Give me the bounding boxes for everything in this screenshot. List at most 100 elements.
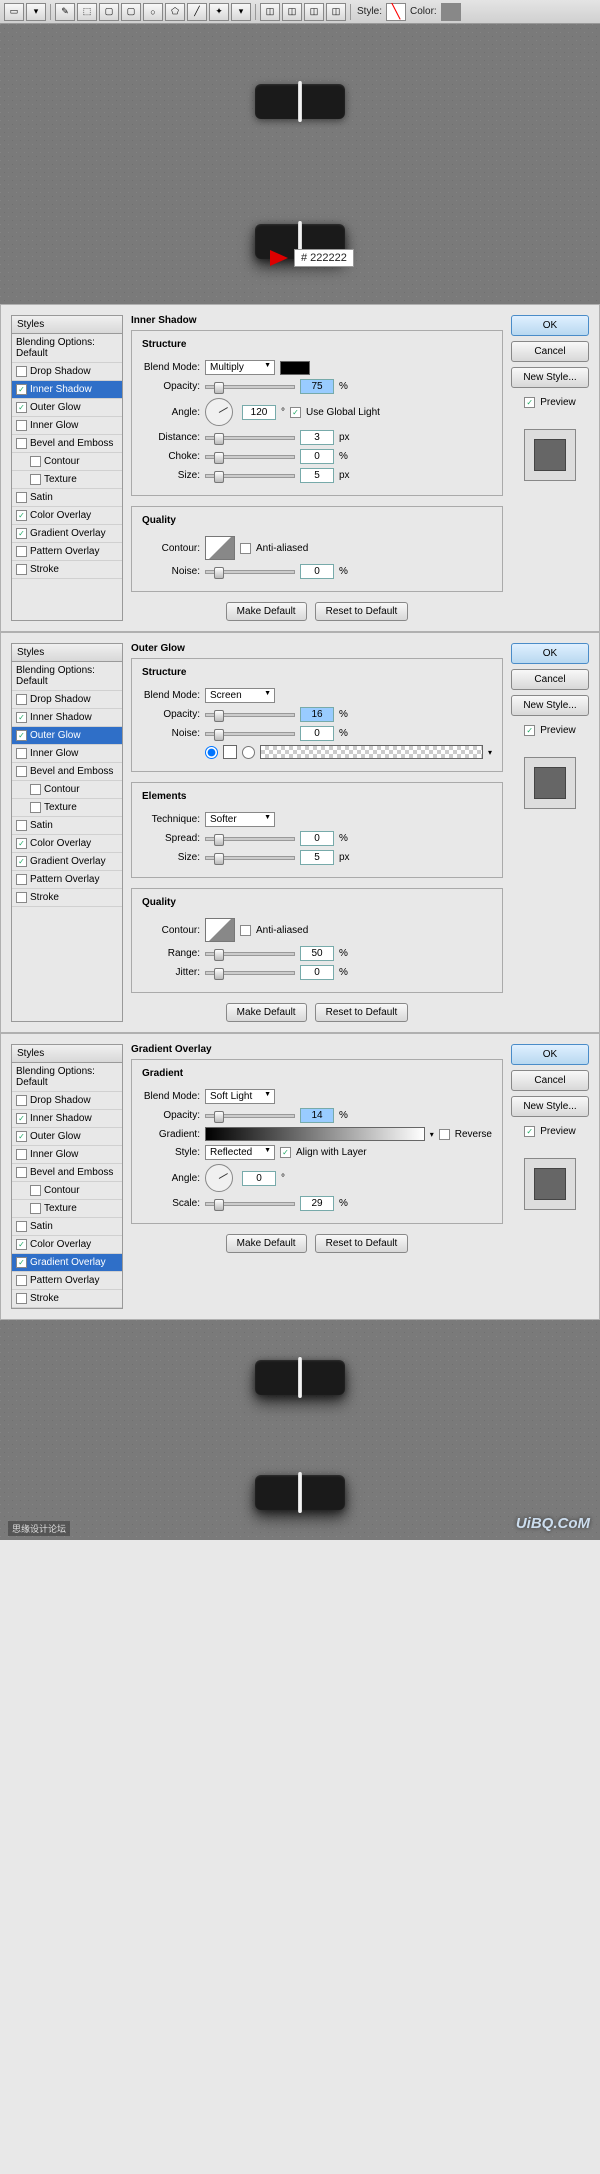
new-style-button[interactable]: New Style... xyxy=(511,367,589,388)
new-style-button[interactable]: New Style... xyxy=(511,1096,589,1117)
size-slider[interactable] xyxy=(205,856,295,860)
cancel-button[interactable]: Cancel xyxy=(511,1070,589,1091)
anti-alias-check[interactable] xyxy=(240,925,251,936)
ok-button[interactable]: OK xyxy=(511,643,589,664)
style-contour[interactable]: Contour xyxy=(12,1182,122,1200)
ok-button[interactable]: OK xyxy=(511,315,589,336)
range-input[interactable]: 50 xyxy=(300,946,334,961)
rect-icon[interactable]: ▢ xyxy=(99,3,119,21)
style-gradient-overlay[interactable]: Gradient Overlay xyxy=(12,853,122,871)
style-stroke[interactable]: Stroke xyxy=(12,889,122,907)
style-stroke[interactable]: Stroke xyxy=(12,561,122,579)
contour-picker[interactable] xyxy=(205,536,235,560)
style-inner-shadow[interactable]: Inner Shadow xyxy=(12,381,122,399)
style-drop-shadow[interactable]: Drop Shadow xyxy=(12,363,122,381)
distance-slider[interactable] xyxy=(205,436,295,440)
reset-default-button[interactable]: Reset to Default xyxy=(315,1234,409,1253)
glow-gradient-radio[interactable] xyxy=(242,746,255,759)
make-default-button[interactable]: Make Default xyxy=(226,1234,307,1253)
style-inner-glow[interactable]: Inner Glow xyxy=(12,1146,122,1164)
align-layer-check[interactable] xyxy=(280,1147,291,1158)
choke-slider[interactable] xyxy=(205,455,295,459)
scale-slider[interactable] xyxy=(205,1202,295,1206)
reset-default-button[interactable]: Reset to Default xyxy=(315,1003,409,1022)
custom-shape-icon[interactable]: ✦ xyxy=(209,3,229,21)
shape-opts-dropdown[interactable]: ▾ xyxy=(231,3,251,21)
path-icon[interactable]: ⬚ xyxy=(77,3,97,21)
glow-color-radio[interactable] xyxy=(205,746,218,759)
style-texture[interactable]: Texture xyxy=(12,1200,122,1218)
style-contour[interactable]: Contour xyxy=(12,781,122,799)
style-color-overlay[interactable]: Color Overlay xyxy=(12,835,122,853)
noise-input[interactable]: 0 xyxy=(300,564,334,579)
style-picker[interactable]: ╲ xyxy=(386,3,406,21)
combine-int-icon[interactable]: ◫ xyxy=(304,3,324,21)
style-bevel[interactable]: Bevel and Emboss xyxy=(12,435,122,453)
style-pattern-overlay[interactable]: Pattern Overlay xyxy=(12,1272,122,1290)
style-drop-shadow[interactable]: Drop Shadow xyxy=(12,1092,122,1110)
gradient-style-select[interactable]: Reflected xyxy=(205,1145,275,1160)
make-default-button[interactable]: Make Default xyxy=(226,602,307,621)
style-inner-glow[interactable]: Inner Glow xyxy=(12,417,122,435)
style-color-overlay[interactable]: Color Overlay xyxy=(12,1236,122,1254)
style-gradient-overlay[interactable]: Gradient Overlay xyxy=(12,1254,122,1272)
angle-dial[interactable] xyxy=(205,1164,233,1192)
choke-input[interactable]: 0 xyxy=(300,449,334,464)
shadow-color-swatch[interactable] xyxy=(280,361,310,375)
range-slider[interactable] xyxy=(205,952,295,956)
style-outer-glow[interactable]: Outer Glow xyxy=(12,1128,122,1146)
combine-sub-icon[interactable]: ◫ xyxy=(282,3,302,21)
style-texture[interactable]: Texture xyxy=(12,471,122,489)
blending-options[interactable]: Blending Options: Default xyxy=(12,662,122,691)
ok-button[interactable]: OK xyxy=(511,1044,589,1065)
opacity-input[interactable]: 75 xyxy=(300,379,334,394)
glow-gradient-picker[interactable] xyxy=(260,745,483,759)
style-texture[interactable]: Texture xyxy=(12,799,122,817)
contour-picker[interactable] xyxy=(205,918,235,942)
style-contour[interactable]: Contour xyxy=(12,453,122,471)
spread-slider[interactable] xyxy=(205,837,295,841)
spread-input[interactable]: 0 xyxy=(300,831,334,846)
gradient-picker[interactable] xyxy=(205,1127,425,1141)
size-slider[interactable] xyxy=(205,474,295,478)
reset-default-button[interactable]: Reset to Default xyxy=(315,602,409,621)
style-inner-shadow[interactable]: Inner Shadow xyxy=(12,1110,122,1128)
style-bevel[interactable]: Bevel and Emboss xyxy=(12,1164,122,1182)
style-color-overlay[interactable]: Color Overlay xyxy=(12,507,122,525)
arrow-dropdown[interactable]: ▾ xyxy=(26,3,46,21)
scale-input[interactable]: 29 xyxy=(300,1196,334,1211)
preview-check[interactable] xyxy=(524,725,535,736)
style-stroke[interactable]: Stroke xyxy=(12,1290,122,1308)
style-drop-shadow[interactable]: Drop Shadow xyxy=(12,691,122,709)
noise-input[interactable]: 0 xyxy=(300,726,334,741)
combine-excl-icon[interactable]: ◫ xyxy=(326,3,346,21)
angle-input[interactable]: 0 xyxy=(242,1171,276,1186)
make-default-button[interactable]: Make Default xyxy=(226,1003,307,1022)
angle-input[interactable]: 120 xyxy=(242,405,276,420)
blend-mode-select[interactable]: Soft Light xyxy=(205,1089,275,1104)
color-swatch[interactable] xyxy=(441,3,461,21)
pen-icon[interactable]: ✎ xyxy=(55,3,75,21)
style-inner-glow[interactable]: Inner Glow xyxy=(12,745,122,763)
technique-select[interactable]: Softer xyxy=(205,812,275,827)
opacity-input[interactable]: 16 xyxy=(300,707,334,722)
distance-input[interactable]: 3 xyxy=(300,430,334,445)
size-input[interactable]: 5 xyxy=(300,850,334,865)
style-pattern-overlay[interactable]: Pattern Overlay xyxy=(12,543,122,561)
reverse-check[interactable] xyxy=(439,1129,450,1140)
opacity-slider[interactable] xyxy=(205,1114,295,1118)
opacity-slider[interactable] xyxy=(205,385,295,389)
style-satin[interactable]: Satin xyxy=(12,817,122,835)
style-outer-glow[interactable]: Outer Glow xyxy=(12,727,122,745)
polygon-icon[interactable]: ⬠ xyxy=(165,3,185,21)
anti-alias-check[interactable] xyxy=(240,543,251,554)
combine-add-icon[interactable]: ◫ xyxy=(260,3,280,21)
opacity-slider[interactable] xyxy=(205,713,295,717)
line-icon[interactable]: ╱ xyxy=(187,3,207,21)
cancel-button[interactable]: Cancel xyxy=(511,669,589,690)
size-input[interactable]: 5 xyxy=(300,468,334,483)
jitter-slider[interactable] xyxy=(205,971,295,975)
style-inner-shadow[interactable]: Inner Shadow xyxy=(12,709,122,727)
ellipse-icon[interactable]: ○ xyxy=(143,3,163,21)
preview-check[interactable] xyxy=(524,1126,535,1137)
